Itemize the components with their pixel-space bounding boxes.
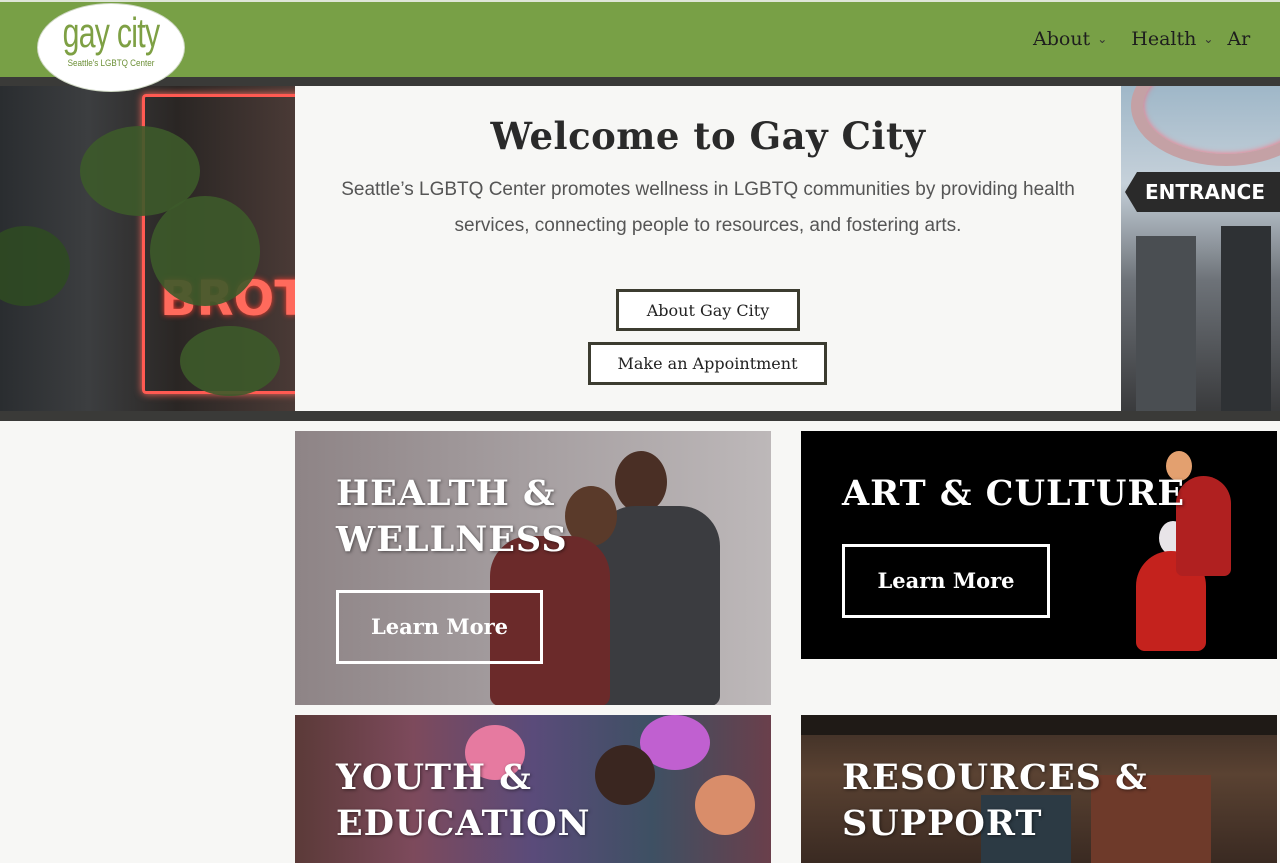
- header-divider: [0, 77, 1280, 86]
- chevron-down-icon: ⌄: [1203, 32, 1214, 46]
- learn-more-button[interactable]: Learn More: [336, 590, 543, 664]
- neon-ring: [1131, 86, 1280, 166]
- tile-art-culture[interactable]: ART & CULTURE Learn More: [801, 431, 1277, 659]
- make-appointment-button[interactable]: Make an Appointment: [588, 342, 827, 385]
- chevron-down-icon: ⌄: [1097, 32, 1108, 46]
- main-nav: About ⌄ Health ⌄ Ar: [1033, 28, 1264, 50]
- nav-label-arts: Ar: [1227, 28, 1251, 50]
- building-pillar: [1136, 236, 1196, 411]
- tree-leaves: [150, 196, 260, 306]
- nav-label-about: About: [1033, 28, 1091, 50]
- tile-title: YOUTH & EDUCATION: [336, 757, 591, 844]
- logo-tagline: Seattle's LGBTQ Center: [67, 58, 155, 69]
- learn-more-button[interactable]: Learn More: [842, 544, 1050, 618]
- person-body: [595, 506, 720, 705]
- hero-title: Welcome to Gay City: [490, 114, 926, 158]
- hero-description: Seattle’s LGBTQ Center promotes wellness…: [341, 179, 1075, 236]
- nav-label-health: Health: [1131, 28, 1197, 50]
- nav-item-about[interactable]: About ⌄: [1033, 28, 1107, 50]
- person-head: [615, 451, 667, 513]
- entrance-sign: ENTRANCE: [1125, 172, 1280, 212]
- hero-left-photo: BROTH: [0, 86, 295, 411]
- tile-title: RESOURCES & SUPPORT: [842, 757, 1148, 844]
- tile-health-wellness[interactable]: HEALTH & WELLNESS Learn More: [295, 431, 771, 705]
- face: [695, 775, 755, 835]
- about-gay-city-button[interactable]: About Gay City: [616, 289, 800, 331]
- tree-leaves: [180, 326, 280, 396]
- tile-title: HEALTH & WELLNESS: [336, 473, 568, 560]
- ceiling: [801, 715, 1277, 735]
- tree-leaves: [0, 226, 70, 306]
- hero-divider: [0, 411, 1280, 421]
- logo-wordmark: gay city: [62, 9, 160, 56]
- nav-item-health[interactable]: Health ⌄: [1131, 28, 1213, 50]
- tile-title: ART & CULTURE: [842, 473, 1186, 514]
- hero-section: BROTH Welcome to Gay City Seattle’s LGBT…: [0, 86, 1280, 411]
- site-header: About ⌄ Health ⌄ Ar: [0, 0, 1280, 77]
- site-logo[interactable]: gay city Seattle's LGBTQ Center: [37, 3, 185, 92]
- tile-youth-education[interactable]: YOUTH & EDUCATION: [295, 715, 771, 863]
- hero-right-photo: ENTRANCE: [1121, 86, 1280, 411]
- building-pillar: [1221, 226, 1271, 411]
- hero-welcome-card: Welcome to Gay City Seattle’s LGBTQ Cent…: [295, 86, 1121, 411]
- nav-item-arts[interactable]: Ar: [1227, 28, 1250, 50]
- tile-resources-support[interactable]: RESOURCES & SUPPORT: [801, 715, 1277, 863]
- wig-dark: [595, 745, 655, 805]
